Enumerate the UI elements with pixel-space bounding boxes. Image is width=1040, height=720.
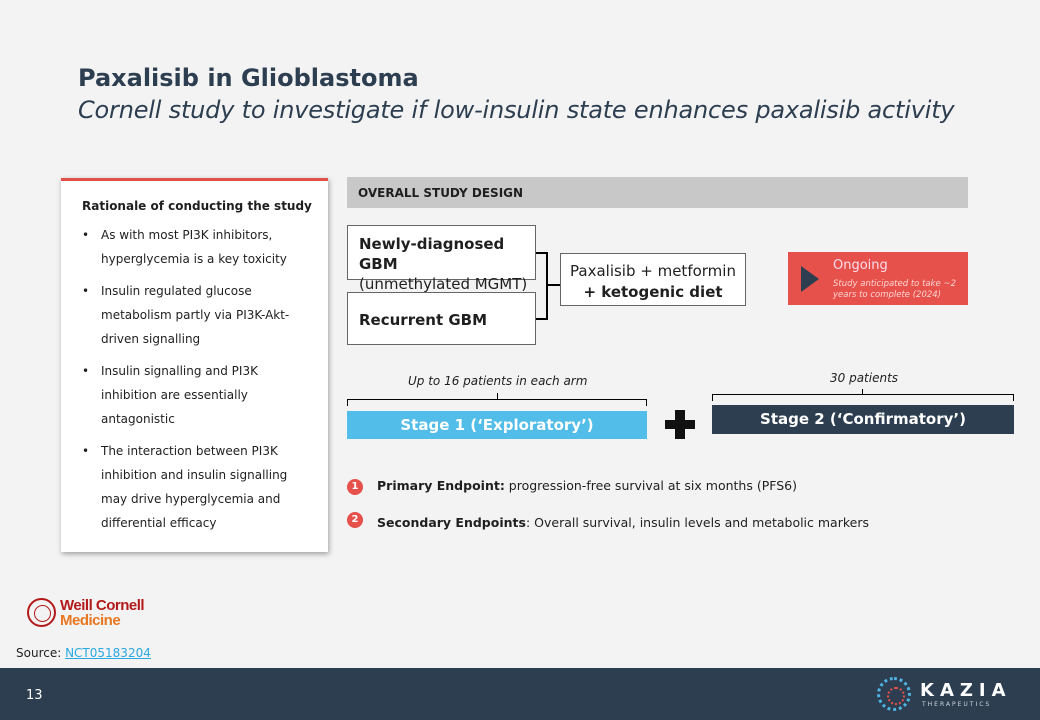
rationale-item: • As with most PI3K inhibitors, hyperglyc…: [82, 223, 316, 271]
arm-recurrent-box: Recurrent GBM: [347, 292, 536, 345]
study-design-header: OVERALL STUDY DESIGN: [347, 177, 968, 208]
rationale-card: Rationale of conducting the study • As wi…: [61, 178, 328, 552]
arm-newly-diagnosed-title: Newly-diagnosed GBM: [359, 235, 505, 273]
stage2-caption: 30 patients: [830, 371, 899, 385]
endpoint-number-badge: 2: [347, 512, 363, 528]
source-link[interactable]: NCT05183204: [65, 646, 151, 660]
status-note: Study anticipated to take ~2 years to co…: [833, 279, 956, 300]
arm-newly-diagnosed-detail: (unmethylated MGMT): [359, 275, 528, 293]
endpoint-number-badge: 1: [347, 479, 363, 495]
kazia-wordmark: KAZIA: [920, 680, 1012, 701]
bullet-icon: •: [82, 444, 90, 458]
stage1-bar: Stage 1 (‘Exploratory’): [347, 411, 647, 439]
page-number: 13: [26, 688, 43, 703]
secondary-endpoint-text: : Overall survival, insulin levels and m…: [525, 515, 869, 530]
arm-newly-diagnosed-box: Newly-diagnosed GBM (unmethylated MGMT): [347, 225, 536, 293]
rationale-heading: Rationale of conducting the study: [82, 199, 312, 213]
rationale-item-text: The interaction between PI3K inhibition …: [101, 444, 288, 530]
stage2-bracket: [712, 394, 1014, 401]
primary-endpoint-text: progression-free survival at six months …: [504, 478, 797, 493]
rationale-item-text: Insulin regulated glucose metabolism par…: [101, 284, 290, 346]
treatment-box: Paxalisib + metformin + ketogenic diet: [560, 253, 746, 306]
arms-bracket: [536, 252, 548, 320]
bullet-icon: •: [82, 364, 90, 378]
stage1-caption: Up to 16 patients in each arm: [408, 374, 588, 388]
status-badge: Ongoing Study anticipated to take ~2 yea…: [788, 252, 968, 305]
bullet-icon: •: [82, 284, 90, 298]
rationale-item: • Insulin signalling and PI3K inhibition …: [82, 359, 316, 431]
arms-connector: [548, 284, 560, 286]
stage2-bar: Stage 2 (‘Confirmatory’): [712, 405, 1014, 434]
plus-icon-vertical: [675, 410, 685, 439]
play-icon: [801, 266, 819, 292]
status-title: Ongoing: [833, 258, 888, 273]
cornell-logo-line-2: Medicine: [60, 612, 121, 629]
bullet-icon: •: [82, 228, 90, 242]
primary-endpoint-label: Primary Endpoint:: [377, 478, 505, 493]
secondary-endpoint-label: Secondary Endpoints: [377, 515, 526, 530]
rationale-item: • Insulin regulated glucose metabolism pa…: [82, 279, 316, 351]
rationale-item-text: As with most PI3K inhibitors, hyperglyce…: [101, 228, 287, 266]
treatment-line-1: Paxalisib + metformin: [570, 262, 736, 280]
arm-recurrent-title: Recurrent GBM: [359, 311, 488, 329]
stage1-bracket: [347, 399, 647, 406]
kazia-mark-icon: [877, 677, 911, 711]
kazia-tagline: THERAPEUTICS: [922, 701, 992, 708]
primary-endpoint: Primary Endpoint: progression-free survi…: [377, 478, 797, 493]
source-label: Source:: [16, 646, 66, 660]
cornell-seal-icon: [27, 598, 56, 627]
source-note: Source: NCT05183204: [16, 646, 151, 660]
rationale-item-text: Insulin signalling and PI3K inhibition a…: [101, 364, 258, 426]
rationale-list: • As with most PI3K inhibitors, hyperglyc…: [82, 223, 316, 535]
rationale-item: • The interaction between PI3K inhibition…: [82, 439, 316, 535]
secondary-endpoint: Secondary Endpoints: Overall survival, i…: [377, 515, 869, 530]
treatment-line-2: + ketogenic diet: [583, 283, 723, 301]
slide-subtitle: Cornell study to investigate if low-insu…: [78, 96, 955, 124]
slide-title: Paxalisib in Glioblastoma: [78, 64, 419, 92]
